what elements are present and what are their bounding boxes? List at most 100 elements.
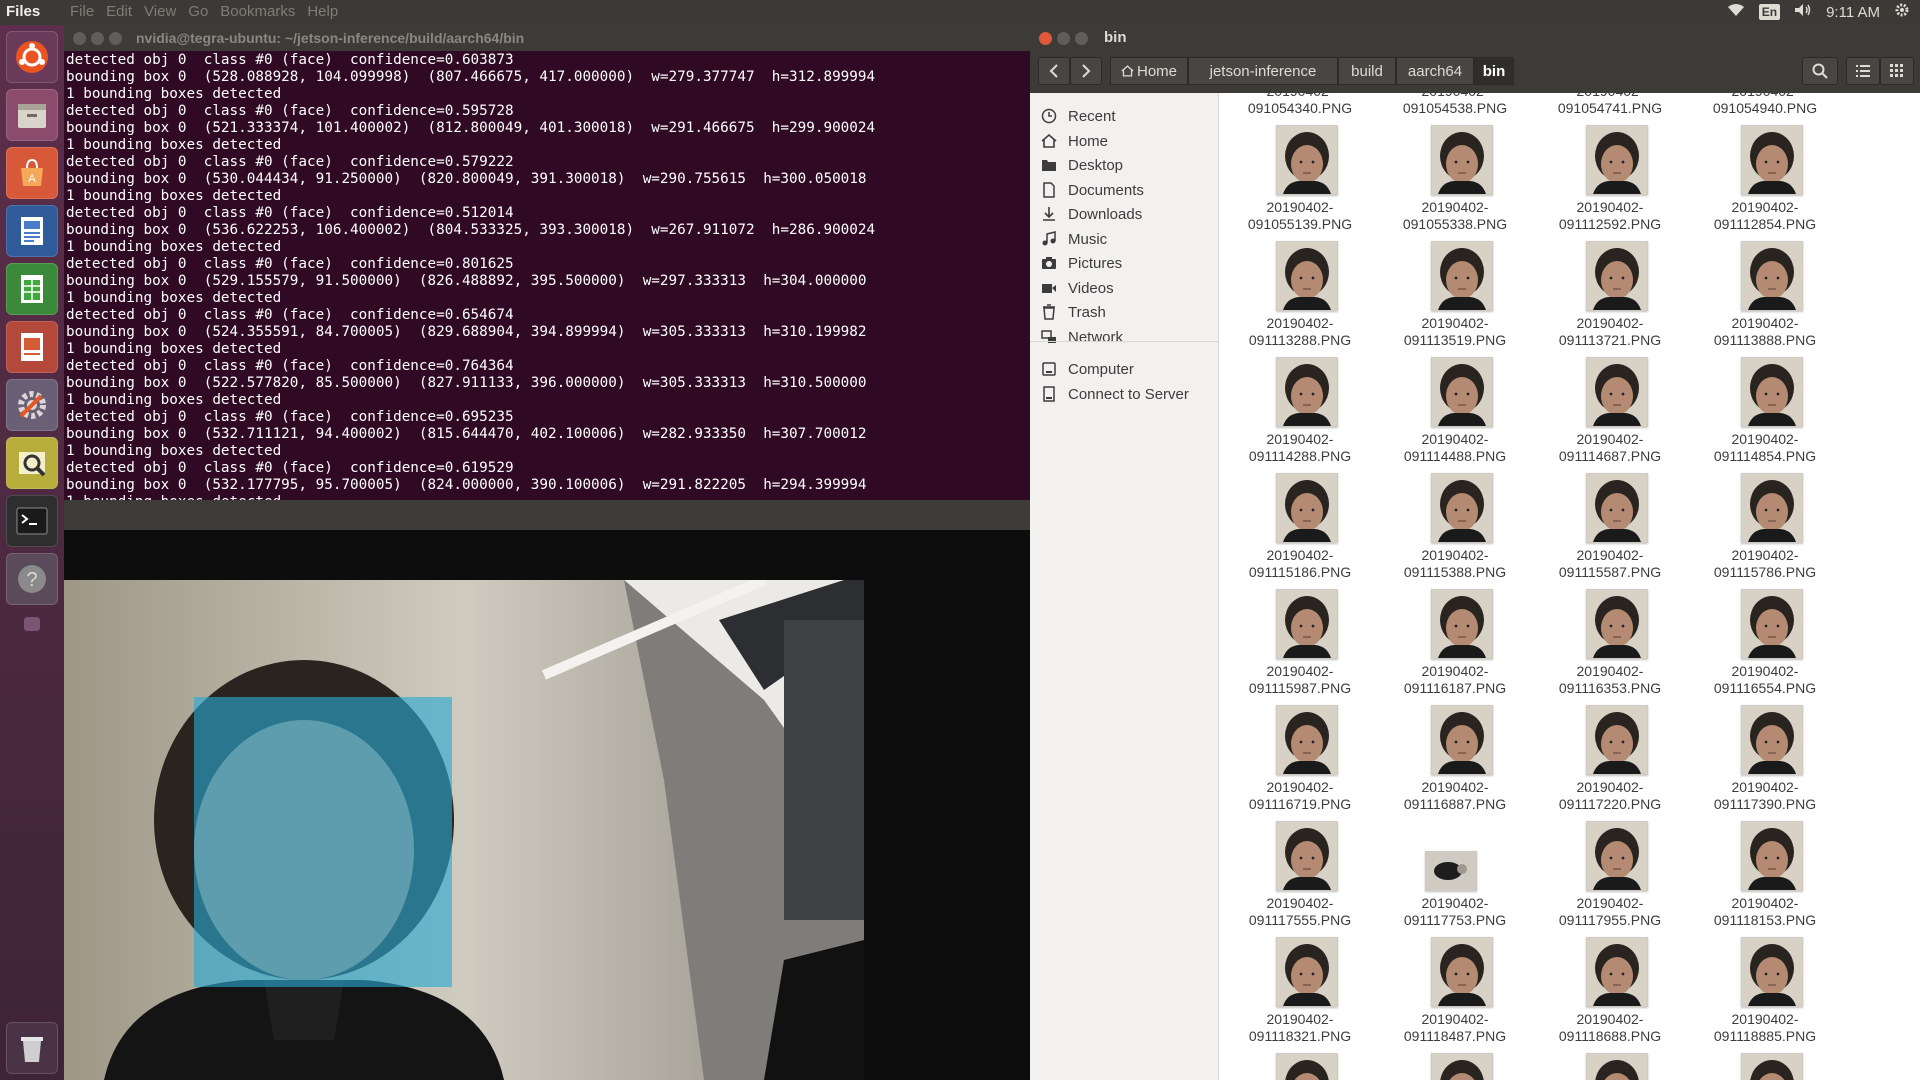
breadcrumb-aarch64[interactable]: aarch64 [1396, 57, 1474, 85]
menu-go[interactable]: Go [188, 3, 208, 20]
file-item[interactable]: 20190402- 091113888.PNG [1690, 237, 1840, 353]
breadcrumb-bin[interactable]: bin [1474, 57, 1514, 85]
file-item[interactable]: 20190402- 091118885.PNG [1690, 933, 1840, 1049]
close-icon[interactable] [73, 32, 86, 45]
file-item[interactable]: 20190402- 091115388.PNG [1380, 469, 1530, 585]
image-thumbnail[interactable] [1276, 1053, 1338, 1080]
file-item[interactable]: 20190402-091054741.PNG [1535, 93, 1685, 121]
breadcrumb-jetson-inference[interactable]: jetson-inference [1188, 57, 1338, 85]
menu-bookmarks[interactable]: Bookmarks [220, 3, 295, 20]
file-name-suffix: 091113288.PNG [1248, 332, 1352, 348]
file-item[interactable]: 20190402- 091114687.PNG [1535, 353, 1685, 469]
file-item[interactable]: 20190402- 091118321.PNG [1225, 933, 1375, 1049]
terminal-line: detected obj 0 class #0 (face) confidenc… [66, 52, 514, 68]
file-name-suffix: 091118321.PNG [1248, 1028, 1352, 1044]
minimize-icon[interactable] [91, 32, 104, 45]
file-name: 20190402- 091116887.PNG [1380, 779, 1530, 813]
file-item[interactable]: 20190402- 091114288.PNG [1225, 353, 1375, 469]
file-item[interactable]: 20190402- 091118688.PNG [1535, 933, 1685, 1049]
file-name: 20190402- 091115786.PNG [1690, 547, 1840, 581]
ubuntu-dash-icon[interactable] [6, 31, 58, 83]
file-item[interactable]: 20190402- 091112592.PNG [1535, 121, 1685, 237]
menu-help[interactable]: Help [307, 3, 338, 20]
file-item[interactable]: 20190402- 091114488.PNG [1380, 353, 1530, 469]
file-item[interactable]: 20190402- 091115786.PNG [1690, 469, 1840, 585]
terminal-output[interactable]: detected obj 0 class #0 (face) confidenc… [66, 52, 1026, 500]
image-viewer-icon[interactable] [6, 437, 58, 489]
file-name-suffix: 091118688.PNG [1558, 1028, 1662, 1044]
file-item[interactable]: 20190402- 091116353.PNG [1535, 585, 1685, 701]
file-item[interactable]: 20190402- 091116719.PNG [1225, 701, 1375, 817]
forward-button[interactable] [1070, 57, 1102, 85]
file-item[interactable]: 20190402- 091115186.PNG [1225, 469, 1375, 585]
file-name-suffix: 091054940.PNG [1712, 100, 1818, 116]
file-item[interactable]: 20190402- 091114854.PNG [1690, 353, 1840, 469]
writer-icon[interactable] [6, 205, 58, 257]
clock-text[interactable]: 9:11 AM [1826, 4, 1880, 21]
file-item[interactable]: 20190402- 091112854.PNG [1690, 121, 1840, 237]
image-thumbnail [1741, 473, 1803, 543]
terminal-line: 1 bounding boxes detected [66, 392, 282, 408]
file-name-suffix: 091117955.PNG [1558, 912, 1662, 928]
image-thumbnail[interactable] [1586, 1053, 1648, 1080]
grid-view-button[interactable] [1880, 57, 1914, 85]
menu-edit[interactable]: Edit [106, 3, 132, 20]
file-name: 20190402- 091114687.PNG [1535, 431, 1685, 465]
file-item[interactable]: 20190402- 091118153.PNG [1690, 817, 1840, 933]
file-item[interactable]: 20190402- 091113288.PNG [1225, 237, 1375, 353]
sidebar-item-connect-to-server[interactable]: Connect to Server [1030, 379, 1218, 409]
drive-icon[interactable] [24, 617, 40, 631]
file-item[interactable]: 20190402- 091117390.PNG [1690, 701, 1840, 817]
file-item[interactable]: 20190402- 091116187.PNG [1380, 585, 1530, 701]
files-window: bin Home jetson-inference build aarch64 … [1030, 25, 1920, 1080]
file-item[interactable]: 20190402-091054538.PNG [1380, 93, 1530, 121]
file-item[interactable]: 20190402-091054340.PNG [1225, 93, 1375, 121]
minimize-icon[interactable] [1057, 32, 1070, 45]
file-item[interactable]: 20190402- 091117955.PNG [1535, 817, 1685, 933]
file-item[interactable]: 20190402- 091117555.PNG [1225, 817, 1375, 933]
help-icon[interactable]: ? [6, 553, 58, 605]
terminal-line: detected obj 0 class #0 (face) confidenc… [66, 103, 514, 119]
file-item[interactable]: 20190402- 091113721.PNG [1535, 237, 1685, 353]
software-center-icon[interactable]: A [6, 147, 58, 199]
terminal-line: detected obj 0 class #0 (face) confidenc… [66, 409, 514, 425]
file-item[interactable]: 20190402- 091055139.PNG [1225, 121, 1375, 237]
maximize-icon[interactable] [1075, 32, 1088, 45]
volume-icon[interactable] [1794, 3, 1812, 21]
close-icon[interactable] [1039, 32, 1052, 45]
file-item[interactable]: 20190402- 091113519.PNG [1380, 237, 1530, 353]
image-thumbnail[interactable] [1741, 1053, 1803, 1080]
menu-file[interactable]: File [70, 3, 94, 20]
list-view-button[interactable] [1846, 57, 1880, 85]
file-name: 20190402- 091118688.PNG [1535, 1011, 1685, 1045]
file-item[interactable]: 20190402-091054940.PNG [1690, 93, 1840, 121]
file-item[interactable]: 20190402- 091115587.PNG [1535, 469, 1685, 585]
search-button[interactable] [1802, 57, 1838, 85]
gear-icon[interactable] [1894, 2, 1910, 22]
breadcrumb-build[interactable]: build [1338, 57, 1396, 85]
files-icon[interactable] [6, 89, 58, 141]
system-settings-icon[interactable] [6, 379, 58, 431]
file-item[interactable]: 20190402- 091117753.PNG [1380, 817, 1530, 933]
maximize-icon[interactable] [109, 32, 122, 45]
image-thumbnail[interactable] [1431, 1053, 1493, 1080]
trash-icon[interactable] [6, 1022, 58, 1074]
calc-icon[interactable] [6, 263, 58, 315]
file-item[interactable]: 20190402- 091115987.PNG [1225, 585, 1375, 701]
back-button[interactable] [1038, 57, 1070, 85]
files-titlebar: bin [1030, 25, 1920, 51]
menu-view[interactable]: View [144, 3, 176, 20]
file-item[interactable]: 20190402- 091055338.PNG [1380, 121, 1530, 237]
file-item[interactable]: 20190402- 091117220.PNG [1535, 701, 1685, 817]
file-name: 20190402- 091112854.PNG [1690, 199, 1840, 233]
file-item[interactable]: 20190402- 091116554.PNG [1690, 585, 1840, 701]
sidebar-item-network[interactable]: Network [1030, 322, 1218, 352]
wifi-icon[interactable] [1727, 3, 1745, 21]
impress-icon[interactable] [6, 321, 58, 373]
terminal-icon[interactable] [6, 495, 58, 547]
keyboard-layout-indicator[interactable]: En [1758, 4, 1781, 20]
sidebar-item-label: Music [1068, 230, 1108, 248]
file-item[interactable]: 20190402- 091118487.PNG [1380, 933, 1530, 1049]
breadcrumb-home[interactable]: Home [1110, 57, 1188, 85]
file-item[interactable]: 20190402- 091116887.PNG [1380, 701, 1530, 817]
